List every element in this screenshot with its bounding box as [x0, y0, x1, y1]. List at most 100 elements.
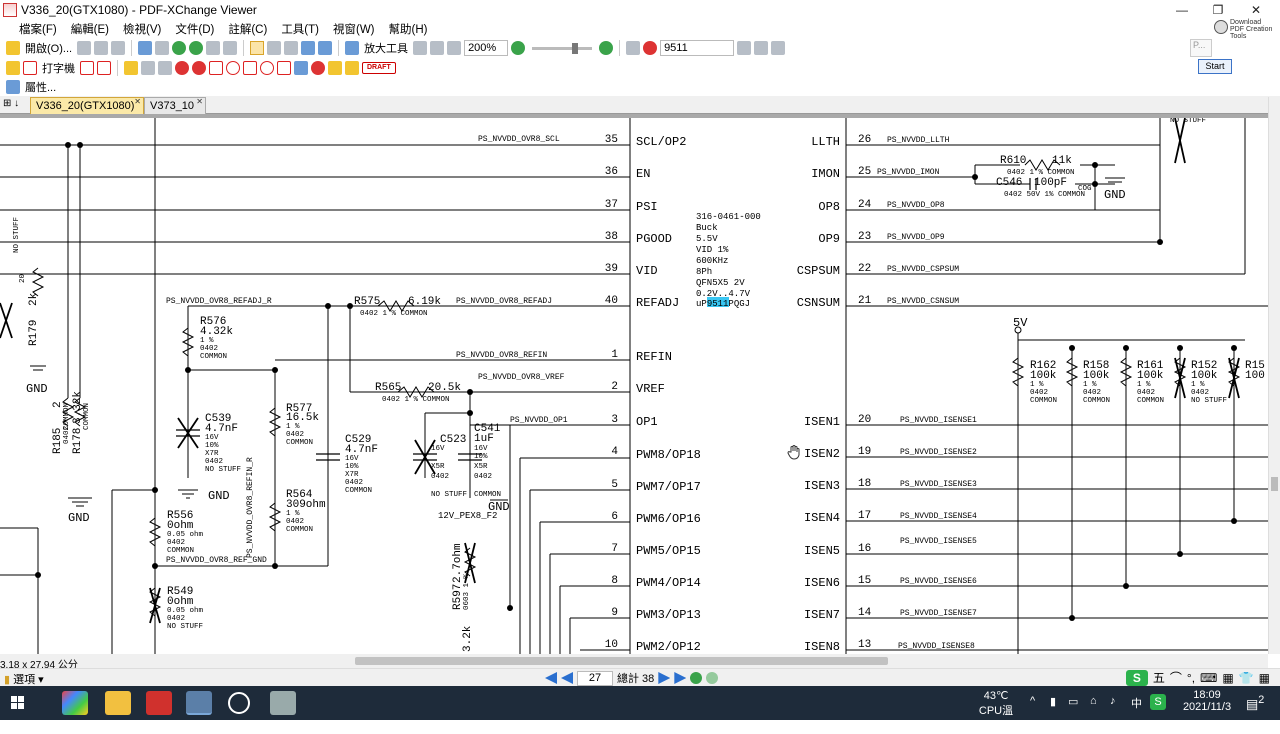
taskbar-pdf-xchange-icon[interactable]: [186, 691, 212, 715]
keyboard-icon[interactable]: ⌨: [1200, 671, 1217, 685]
line-icon[interactable]: [175, 61, 189, 75]
document-view[interactable]: 35 36 37 38 39 40 1 2 3 4 5 6 7 8 9 10 S…: [0, 118, 1268, 654]
zoom-tool-icon[interactable]: [345, 41, 360, 55]
properties-icon[interactable]: [6, 80, 20, 94]
menu-help[interactable]: 幫助(H): [382, 21, 435, 37]
forward-icon[interactable]: [189, 41, 204, 55]
popup-field[interactable]: P...: [1190, 39, 1212, 57]
undo-icon[interactable]: [206, 41, 221, 55]
close-icon[interactable]: ✕: [196, 97, 203, 106]
sticky-note-icon[interactable]: [6, 61, 20, 75]
display-icon[interactable]: ▭: [1068, 695, 1078, 708]
hand-tool-icon[interactable]: [250, 41, 265, 55]
zoom-in-icon[interactable]: [599, 41, 614, 55]
typewriter-button[interactable]: 打字機: [40, 60, 77, 76]
input-language[interactable]: 中: [1131, 695, 1142, 711]
menu-document[interactable]: 文件(D): [168, 21, 221, 37]
typewriter-icon[interactable]: [23, 61, 37, 75]
horizontal-scroll-thumb[interactable]: [355, 657, 888, 665]
system-clock[interactable]: 18:09 2021/11/3: [1176, 689, 1238, 713]
ocr-icon[interactable]: [155, 41, 170, 55]
pencil-icon[interactable]: [311, 61, 325, 75]
next-page-icon[interactable]: [658, 672, 671, 684]
select-text-icon[interactable]: [267, 41, 282, 55]
open-button[interactable]: 開啟(O)...: [23, 40, 74, 56]
back-icon[interactable]: [172, 41, 187, 55]
menu-edit[interactable]: 編輯(E): [64, 21, 116, 37]
zoom-out-icon[interactable]: [511, 41, 526, 55]
forward-view-icon[interactable]: [706, 672, 719, 684]
underline-icon[interactable]: [158, 61, 172, 75]
ime-grid-icon[interactable]: ▦: [1222, 671, 1233, 685]
horizontal-scrollbar[interactable]: [0, 654, 1268, 668]
download-pdf-link[interactable]: Download PDF Creation Tools: [1230, 19, 1274, 40]
page-number-input[interactable]: 27: [577, 670, 613, 686]
save-icon[interactable]: [77, 41, 92, 55]
tab-v373[interactable]: V373_10 ✕: [144, 97, 206, 114]
search-input[interactable]: 9511: [660, 40, 735, 56]
ime-mode[interactable]: 五: [1153, 669, 1165, 686]
fit-width-icon[interactable]: [447, 41, 462, 55]
print-icon[interactable]: [94, 41, 109, 55]
options-menu[interactable]: ▮ 選項 ▾: [4, 671, 44, 687]
taskbar-file-explorer-icon[interactable]: [105, 691, 131, 715]
strikeout-icon[interactable]: [141, 61, 155, 75]
back-view-icon[interactable]: [690, 672, 703, 684]
cloud-icon[interactable]: [260, 61, 274, 75]
taskbar-chrome-icon[interactable]: [228, 692, 250, 714]
network-icon[interactable]: ⌂: [1090, 695, 1097, 707]
tools-icon[interactable]: [754, 41, 769, 55]
vertical-scrollbar[interactable]: [1268, 97, 1280, 654]
email-icon[interactable]: [138, 41, 153, 55]
tab-v336[interactable]: V336_20(GTX1080) ✕: [30, 97, 144, 114]
rectangle-icon[interactable]: [209, 61, 223, 75]
properties-button[interactable]: 屬性...: [23, 79, 58, 95]
scan-icon[interactable]: [111, 41, 126, 55]
cpu-temp[interactable]: 43℃ CPU溫度: [974, 689, 1018, 734]
taskbar-app-icon[interactable]: [270, 691, 296, 715]
ime-tools-icon[interactable]: ▦: [1259, 671, 1270, 685]
menu-window[interactable]: 視窗(W): [326, 21, 382, 37]
redo-icon[interactable]: [223, 41, 238, 55]
callout-icon[interactable]: [97, 61, 111, 75]
zoom-slider-thumb[interactable]: [572, 42, 579, 54]
show-hidden-icons-icon[interactable]: ^: [1030, 695, 1035, 707]
sogou-ime-icon[interactable]: S: [1150, 694, 1166, 710]
actual-size-icon[interactable]: [413, 41, 428, 55]
polygon-icon[interactable]: [243, 61, 257, 75]
draft-stamp[interactable]: DRAFT: [362, 62, 396, 74]
pin-icon[interactable]: [294, 61, 308, 75]
arrow-icon[interactable]: [192, 61, 206, 75]
notification-icon[interactable]: ▤2: [1246, 694, 1264, 712]
polyline-icon[interactable]: [277, 61, 291, 75]
stamp-icon[interactable]: [345, 61, 359, 75]
highlight-search-icon[interactable]: [626, 41, 641, 55]
open-folder-icon[interactable]: [6, 41, 20, 55]
menu-tools[interactable]: 工具(T): [274, 21, 326, 37]
menu-comments[interactable]: 註解(C): [221, 21, 274, 37]
taskbar-wps-icon[interactable]: [146, 691, 172, 715]
tab-list-icon[interactable]: ⊞ ↓: [3, 98, 19, 109]
close-icon[interactable]: ✕: [134, 97, 141, 106]
taskbar-app-photos-icon[interactable]: [62, 691, 88, 715]
snapshot-icon[interactable]: [284, 41, 299, 55]
zoom-combo[interactable]: 200%: [464, 40, 509, 56]
ime-logo-icon[interactable]: S: [1125, 669, 1148, 686]
zoom-slider[interactable]: [532, 42, 593, 54]
close-button[interactable]: ✕: [1238, 0, 1274, 20]
prev-page-icon[interactable]: [561, 672, 573, 684]
zoom-tool-button[interactable]: 放大工具: [362, 40, 410, 56]
restore-button[interactable]: ❐: [1200, 0, 1236, 20]
rotate-left-icon[interactable]: [301, 41, 316, 55]
search-icon[interactable]: [643, 41, 658, 55]
find-icon[interactable]: [737, 41, 752, 55]
menu-view[interactable]: 檢視(V): [116, 21, 168, 37]
usb-icon[interactable]: ▮: [1050, 695, 1056, 708]
windows-start-icon[interactable]: [11, 696, 25, 710]
download-pdf-icon[interactable]: [1214, 20, 1228, 34]
start-button[interactable]: Start: [1198, 59, 1232, 74]
fit-page-icon[interactable]: [430, 41, 445, 55]
ime-moon-icon[interactable]: ⌒: [1170, 669, 1182, 686]
highlight-text-icon[interactable]: [124, 61, 138, 75]
eraser-icon[interactable]: [328, 61, 342, 75]
